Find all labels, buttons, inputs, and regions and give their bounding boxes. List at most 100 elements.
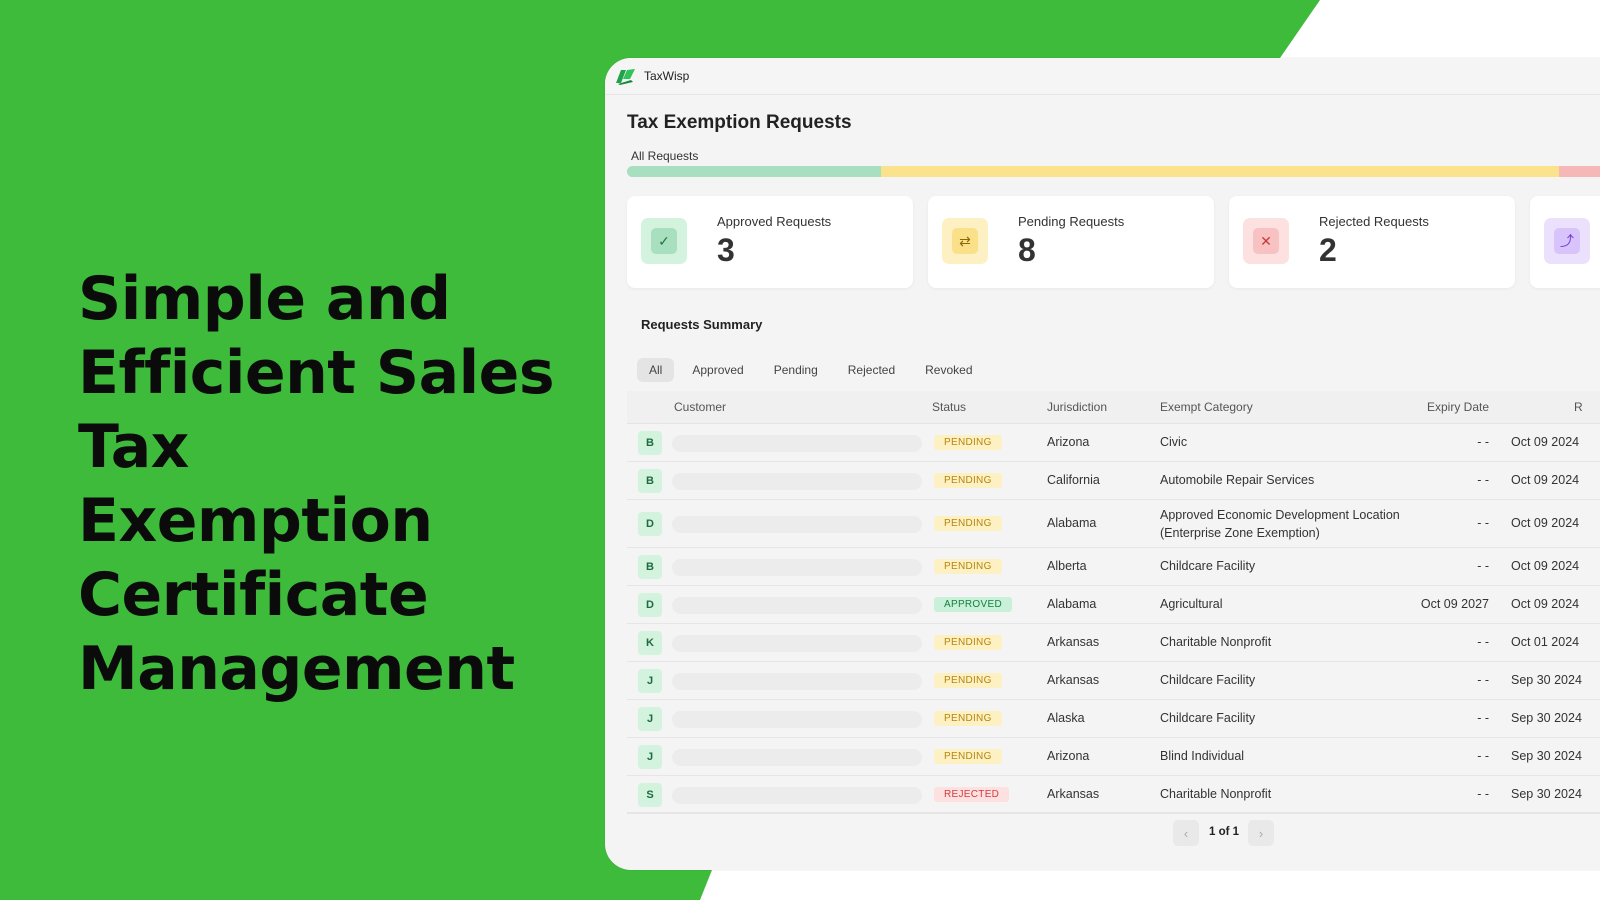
table-row[interactable]: B PENDING Alberta Childcare Facility - - Oct … <box>627 548 1600 586</box>
customer-name-placeholder <box>672 473 922 490</box>
headline: Simple and Efficient Sales Tax Exemption… <box>78 264 555 704</box>
request-distribution-bar <box>627 166 1600 177</box>
stat-card-label: Pending Requests <box>1018 214 1125 229</box>
column-header-exempt-category[interactable]: Exempt Category <box>1160 400 1253 414</box>
expiry-date-cell: - - <box>1477 635 1489 649</box>
request-date-cell: Sep 30 2024 <box>1511 787 1582 801</box>
status-badge: PENDING <box>934 516 1002 531</box>
app-name: TaxWisp <box>644 69 690 83</box>
jurisdiction-cell: Arkansas <box>1047 635 1100 649</box>
table-row[interactable]: K PENDING Arkansas Charitable Nonprofit - - O… <box>627 624 1600 662</box>
tab-all[interactable]: All <box>637 358 675 382</box>
avatar: B <box>638 469 662 493</box>
stat-card[interactable]: ⤴ <box>1530 196 1600 288</box>
exempt-category-cell: Childcare Facility <box>1160 711 1256 725</box>
leaf-logo-icon <box>616 69 635 85</box>
pagination: ‹ 1 of 1 › <box>627 812 1600 853</box>
stat-card-icon-box: ⤴ <box>1544 218 1590 264</box>
table-row[interactable]: S REJECTED Arkansas Charitable Nonprofit - -… <box>627 776 1600 814</box>
jurisdiction-cell: Arizona <box>1047 749 1090 763</box>
refresh-icon: ⇄ <box>952 228 978 254</box>
column-header-truncated[interactable]: R <box>1574 400 1583 414</box>
stat-card-value: 3 <box>717 232 735 268</box>
exempt-category-cell: Charitable Nonprofit <box>1160 635 1272 649</box>
status-badge: PENDING <box>934 559 1002 574</box>
avatar: B <box>638 431 662 455</box>
distribution-pending-segment <box>881 166 1559 177</box>
chevron-left-icon[interactable]: ‹ <box>1173 820 1199 846</box>
stat-cards: ✓ Approved Requests 3 ⇄ Pending Requests 8 ✕ Re… <box>627 196 1600 288</box>
column-header-jurisdiction[interactable]: Jurisdiction <box>1047 400 1107 414</box>
table-row[interactable]: D PENDING Alabama Approved Economic Develop… <box>627 500 1600 548</box>
chevron-right-icon[interactable]: › <box>1248 820 1274 846</box>
request-date-cell: Oct 09 2024 <box>1511 597 1580 611</box>
distribution-approved-segment <box>627 166 881 177</box>
expiry-date-cell: - - <box>1477 559 1489 573</box>
check-icon: ✓ <box>651 228 677 254</box>
table-row[interactable]: B PENDING California Automobile Repair Serv… <box>627 462 1600 500</box>
jurisdiction-cell: Alabama <box>1047 597 1097 611</box>
column-header-expiry-date[interactable]: Expiry Date <box>1427 400 1489 414</box>
exempt-category-cell: Childcare Facility <box>1160 673 1256 687</box>
jurisdiction-cell: Alaska <box>1047 711 1085 725</box>
column-header-status[interactable]: Status <box>932 400 966 414</box>
tab-approved[interactable]: Approved <box>680 358 755 382</box>
stat-card-label: Approved Requests <box>717 214 832 229</box>
request-date-cell: Oct 09 2024 <box>1511 473 1580 487</box>
expiry-date-cell: - - <box>1477 787 1489 801</box>
table-row[interactable]: J PENDING Arkansas Childcare Facility - - Sep… <box>627 662 1600 700</box>
app-topbar: TaxWisp <box>605 58 1600 95</box>
customer-name-placeholder <box>672 516 922 533</box>
tab-rejected[interactable]: Rejected <box>836 358 907 382</box>
status-badge: PENDING <box>934 635 1002 650</box>
customer-name-placeholder <box>672 673 922 690</box>
stat-card-value: 2 <box>1319 232 1337 268</box>
request-date-cell: Sep 30 2024 <box>1511 673 1582 687</box>
requests-table: Customer Status Jurisdiction Exempt Cate… <box>627 391 1600 814</box>
expiry-date-cell: - - <box>1477 749 1489 763</box>
all-requests-label: All Requests <box>631 149 699 163</box>
table-row[interactable]: J PENDING Alaska Childcare Facility - - Sep 3… <box>627 700 1600 738</box>
stat-card[interactable]: ✕ Rejected Requests 2 <box>1229 196 1515 288</box>
jurisdiction-cell: Alabama <box>1047 516 1097 530</box>
page-indicator: 1 of 1 <box>1209 826 1240 838</box>
table-header: Customer Status Jurisdiction Exempt Cate… <box>627 391 1600 424</box>
table-row[interactable]: B PENDING Arizona Civic - - Oct 09 2024 <box>627 424 1600 462</box>
request-date-cell: Oct 09 2024 <box>1511 516 1580 530</box>
expiry-date-cell: Oct 09 2027 <box>1420 597 1489 611</box>
status-badge: APPROVED <box>934 597 1012 612</box>
stat-card[interactable]: ✓ Approved Requests 3 <box>627 196 913 288</box>
stat-card-icon-box: ✓ <box>641 218 687 264</box>
exempt-category-cell: Civic <box>1160 435 1188 449</box>
avatar: B <box>638 555 662 579</box>
request-date-cell: Sep 30 2024 <box>1511 749 1582 763</box>
page-title: Tax Exemption Requests <box>627 112 852 133</box>
status-badge: PENDING <box>934 673 1002 688</box>
exempt-category-cell: Approved Economic Development Location (… <box>1160 508 1400 540</box>
exempt-category-cell: Childcare Facility <box>1160 559 1256 573</box>
exempt-category-cell: Charitable Nonprofit <box>1160 787 1272 801</box>
requests-summary-title: Requests Summary <box>641 317 763 332</box>
distribution-rejected-segment <box>1559 166 1600 177</box>
status-badge: REJECTED <box>934 787 1010 802</box>
tab-revoked[interactable]: Revoked <box>913 358 984 382</box>
tab-pending[interactable]: Pending <box>762 358 830 382</box>
status-badge: PENDING <box>934 711 1002 726</box>
expiry-date-cell: - - <box>1477 435 1489 449</box>
jurisdiction-cell: California <box>1047 473 1100 487</box>
avatar: D <box>638 512 662 536</box>
table-row[interactable]: D APPROVED Alabama Agricultural Oct 09 2027 O… <box>627 586 1600 624</box>
table-row[interactable]: J PENDING Arizona Blind Individual - - Sep 30… <box>627 738 1600 776</box>
column-header-customer[interactable]: Customer <box>674 400 726 414</box>
customer-name-placeholder <box>672 635 922 652</box>
status-badge: PENDING <box>934 473 1002 488</box>
stat-card-value: 8 <box>1018 232 1036 268</box>
jurisdiction-cell: Alberta <box>1047 559 1087 573</box>
close-icon: ✕ <box>1253 228 1279 254</box>
stat-card[interactable]: ⇄ Pending Requests 8 <box>928 196 1214 288</box>
customer-name-placeholder <box>672 559 922 576</box>
expiry-date-cell: - - <box>1477 711 1489 725</box>
share-icon: ⤴ <box>1554 228 1580 254</box>
expiry-date-cell: - - <box>1477 673 1489 687</box>
request-date-cell: Sep 30 2024 <box>1511 711 1582 725</box>
